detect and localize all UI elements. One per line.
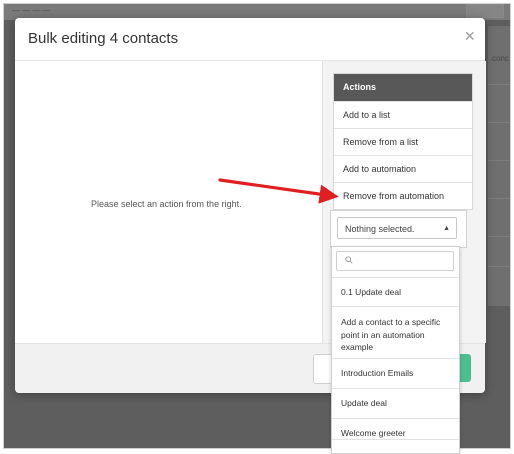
annotation-arrow <box>218 178 339 204</box>
